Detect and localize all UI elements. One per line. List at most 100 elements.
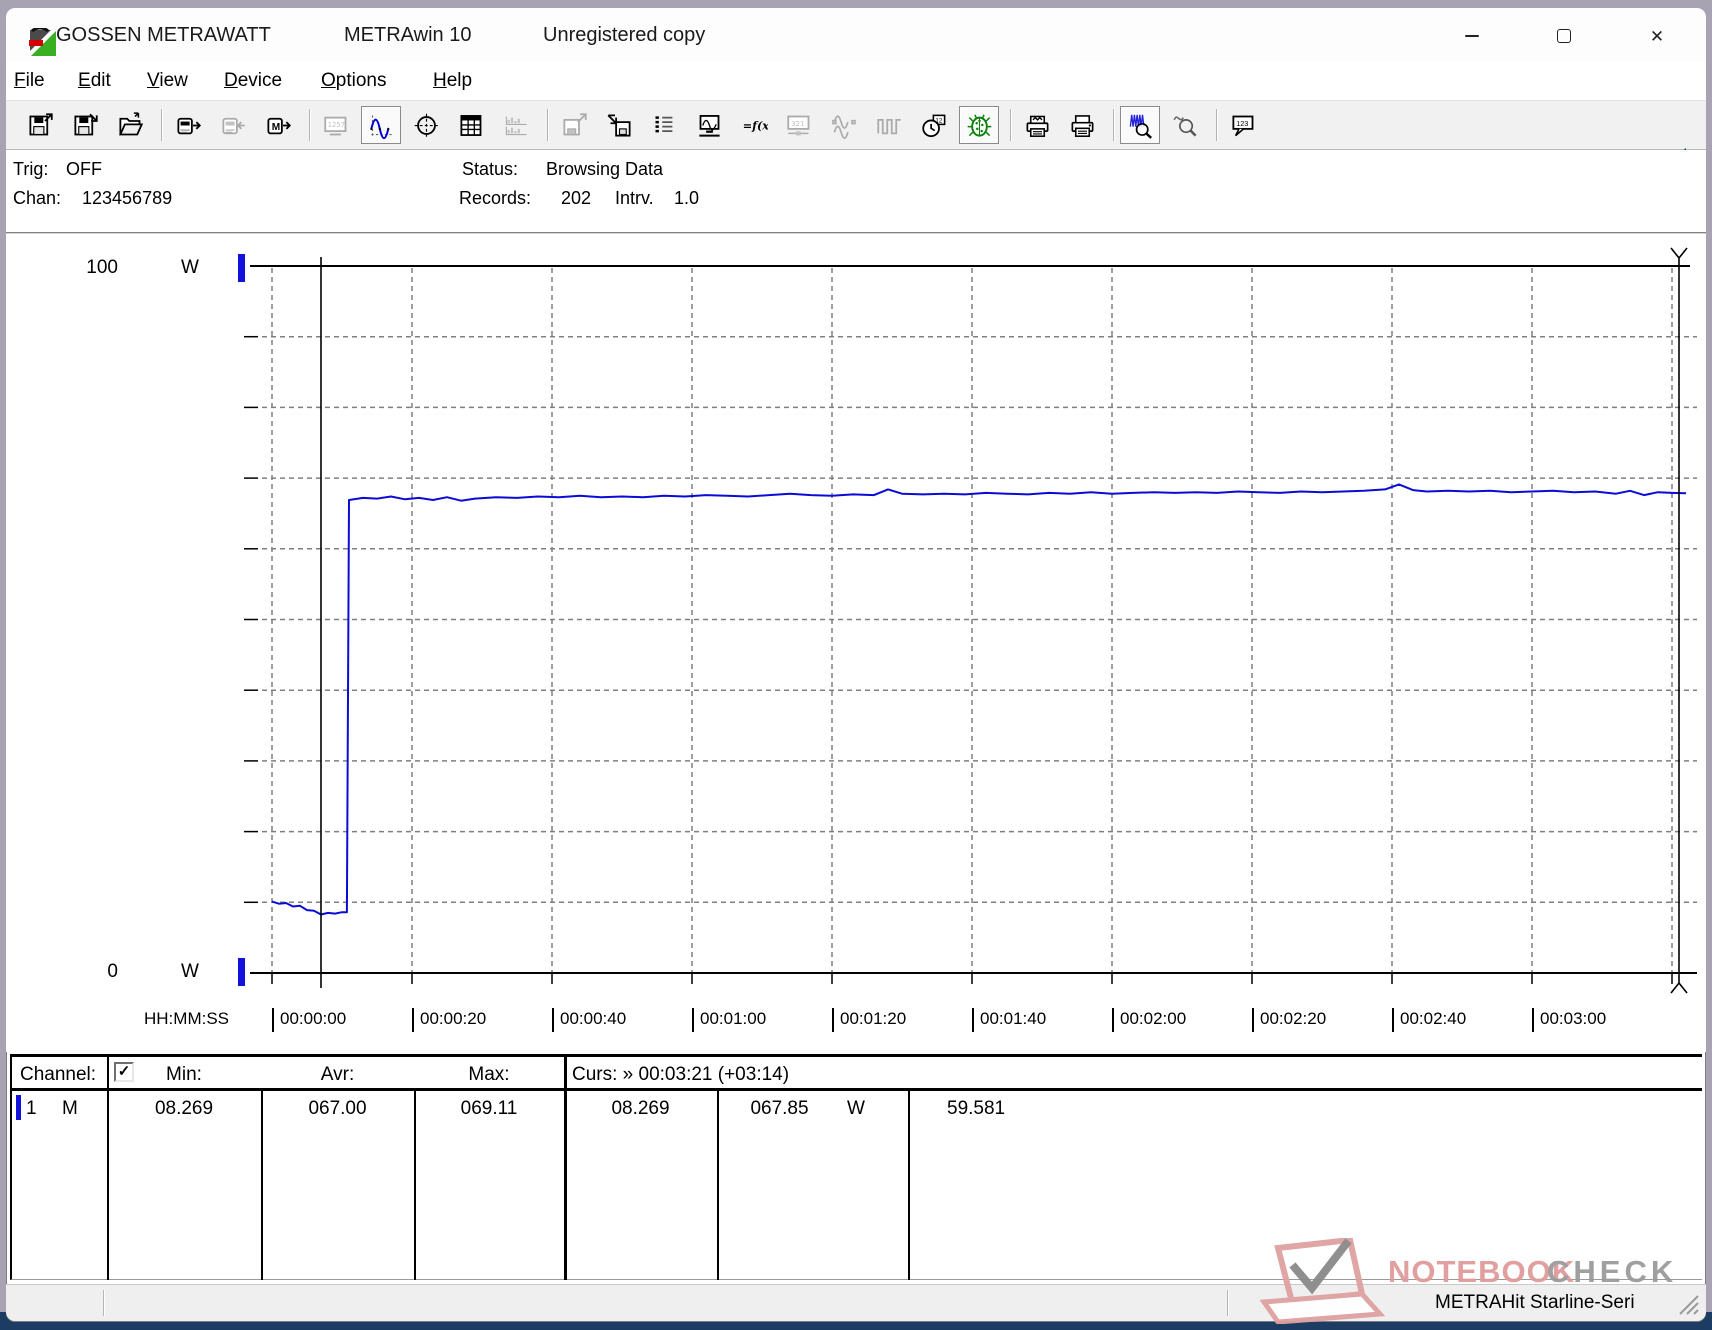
col-header-min: Min:	[166, 1064, 202, 1085]
import-data-button[interactable]	[599, 106, 639, 144]
cursor1-value: 08.269	[611, 1098, 670, 1119]
menu-item-help[interactable]: Help	[433, 62, 472, 100]
status-bar-divider	[103, 1290, 104, 1316]
read-memory-button[interactable]: M	[258, 106, 298, 144]
toolbar-separator	[1107, 106, 1120, 144]
numeric-panel-button: 321	[779, 106, 819, 144]
trig-label: Trig:	[13, 159, 49, 179]
chart-panel: 100 W 0 W HH:MM:SS 00:00:00 00:00:20 00:00…	[6, 232, 1706, 1052]
read-device-button[interactable]	[168, 106, 208, 144]
channel-number: 1	[26, 1098, 37, 1119]
analog-curve-icon	[831, 114, 856, 139]
debug-bug-button[interactable]	[959, 106, 999, 144]
value-list-icon	[655, 115, 672, 132]
annotation-icon: 123	[1231, 115, 1253, 136]
pulse-train-icon	[876, 118, 901, 134]
import-data-icon	[607, 113, 631, 137]
toolbar-separator	[1004, 106, 1017, 144]
toolbar: M 1257 =f(x) 321 12 123	[6, 100, 1706, 150]
minimize-icon	[1465, 35, 1479, 37]
col-header-channel: Channel:	[20, 1064, 97, 1085]
monitor-view-button[interactable]	[689, 106, 729, 144]
close-icon: ✕	[1649, 26, 1665, 46]
debug-bug-icon	[967, 114, 991, 137]
zoom-curve-icon	[1173, 115, 1197, 137]
channel-statistics-table: Channel: ✓ Min: Avr: Max: Curs: » 00:03:…	[10, 1054, 1702, 1280]
chart-canvas[interactable]	[6, 234, 1706, 1054]
status-label: Status:	[462, 159, 519, 179]
chan-label: Chan:	[13, 188, 62, 208]
value-list-button[interactable]	[644, 106, 684, 144]
menu-item-edit[interactable]: Edit	[78, 62, 111, 100]
histogram-icon	[505, 116, 527, 135]
svg-text:1257: 1257	[327, 120, 345, 129]
save-file-button[interactable]	[20, 106, 60, 144]
min-value: 08.269	[154, 1098, 214, 1119]
clock-sync-button[interactable]: 12	[914, 106, 954, 144]
channel-color-bar	[16, 1095, 21, 1120]
waveform-chart-icon	[369, 114, 392, 139]
col-header-max: Max:	[468, 1064, 510, 1085]
title-bar: GOSSEN METRAWATT METRAwin 10 Unregistere…	[6, 8, 1706, 62]
maximize-button[interactable]	[1542, 18, 1586, 54]
status-value: Browsing Data	[546, 159, 664, 179]
trig-value: OFF	[66, 159, 102, 179]
svg-text:321: 321	[791, 119, 804, 128]
extra-value: 59.581	[947, 1098, 1006, 1119]
print-preview-button[interactable]	[1017, 106, 1057, 144]
col-header-cursor: Curs: » 00:03:21 (+03:14)	[572, 1064, 790, 1085]
save-file-icon	[28, 112, 53, 135]
toolbar-separator	[155, 106, 168, 144]
histogram-button	[496, 106, 536, 144]
power-trace-line	[271, 483, 1687, 916]
brand-title: GOSSEN METRAWATT	[56, 23, 271, 46]
print-icon	[1071, 114, 1093, 137]
menu-item-view[interactable]: View	[147, 62, 188, 100]
data-table-icon	[459, 114, 481, 136]
svg-text:123: 123	[1236, 119, 1248, 128]
menu-item-device[interactable]: Device	[224, 62, 282, 100]
export-data-button	[554, 106, 594, 144]
measurement-info-panel: Trig: OFF Chan: 123456789 Status: Browsi…	[6, 150, 1706, 232]
analog-curve-button	[824, 106, 864, 144]
formula-fx-button[interactable]: =f(x)	[734, 106, 774, 144]
formula-fx-icon: =f(x)	[742, 118, 767, 132]
svg-text:M: M	[271, 122, 279, 133]
numeric-panel-icon: 321	[786, 115, 809, 135]
monitor-view-icon	[698, 114, 720, 137]
save-file-as-icon	[73, 113, 98, 135]
table-header-divider	[12, 1088, 1702, 1091]
write-device-button	[213, 106, 253, 144]
print-button[interactable]	[1062, 106, 1102, 144]
open-file-button[interactable]	[110, 106, 150, 144]
menu-item-options[interactable]: Options	[321, 62, 386, 100]
print-preview-icon	[1026, 115, 1048, 137]
export-data-icon	[562, 112, 587, 135]
waveform-chart-button[interactable]	[361, 106, 401, 144]
write-device-icon	[221, 117, 245, 134]
numeric-display-icon: 1257	[323, 116, 346, 135]
open-file-icon	[118, 111, 143, 135]
close-button[interactable]: ✕	[1635, 18, 1679, 54]
resize-grip[interactable]	[1676, 1294, 1700, 1316]
app-logo-icon	[28, 28, 57, 57]
menu-item-file[interactable]: File	[14, 62, 45, 100]
records-label: Records:	[459, 188, 532, 208]
avr-value: 067.00	[308, 1098, 367, 1119]
app-root: GOSSEN METRAWATT METRAwin 10 Unregistere…	[0, 0, 1712, 1330]
zoom-curve-button[interactable]	[1165, 106, 1205, 144]
maximize-icon	[1557, 29, 1571, 43]
cursor2-unit: W	[847, 1098, 865, 1119]
data-table-button[interactable]	[451, 106, 491, 144]
xy-chart-icon	[414, 113, 438, 137]
xy-chart-button[interactable]	[406, 106, 446, 144]
toolbar-separator	[541, 106, 554, 144]
annotation-button[interactable]: 123	[1223, 106, 1263, 144]
numeric-display-button: 1257	[316, 106, 356, 144]
cursor2-value: 067.85	[750, 1098, 809, 1119]
menu-bar: File Edit View Device Options Help	[6, 62, 1706, 100]
minimize-button[interactable]	[1450, 18, 1494, 54]
zoom-signal-button[interactable]	[1120, 106, 1160, 144]
save-file-as-button[interactable]	[65, 106, 105, 144]
interval-label: Intrv.	[615, 188, 654, 208]
